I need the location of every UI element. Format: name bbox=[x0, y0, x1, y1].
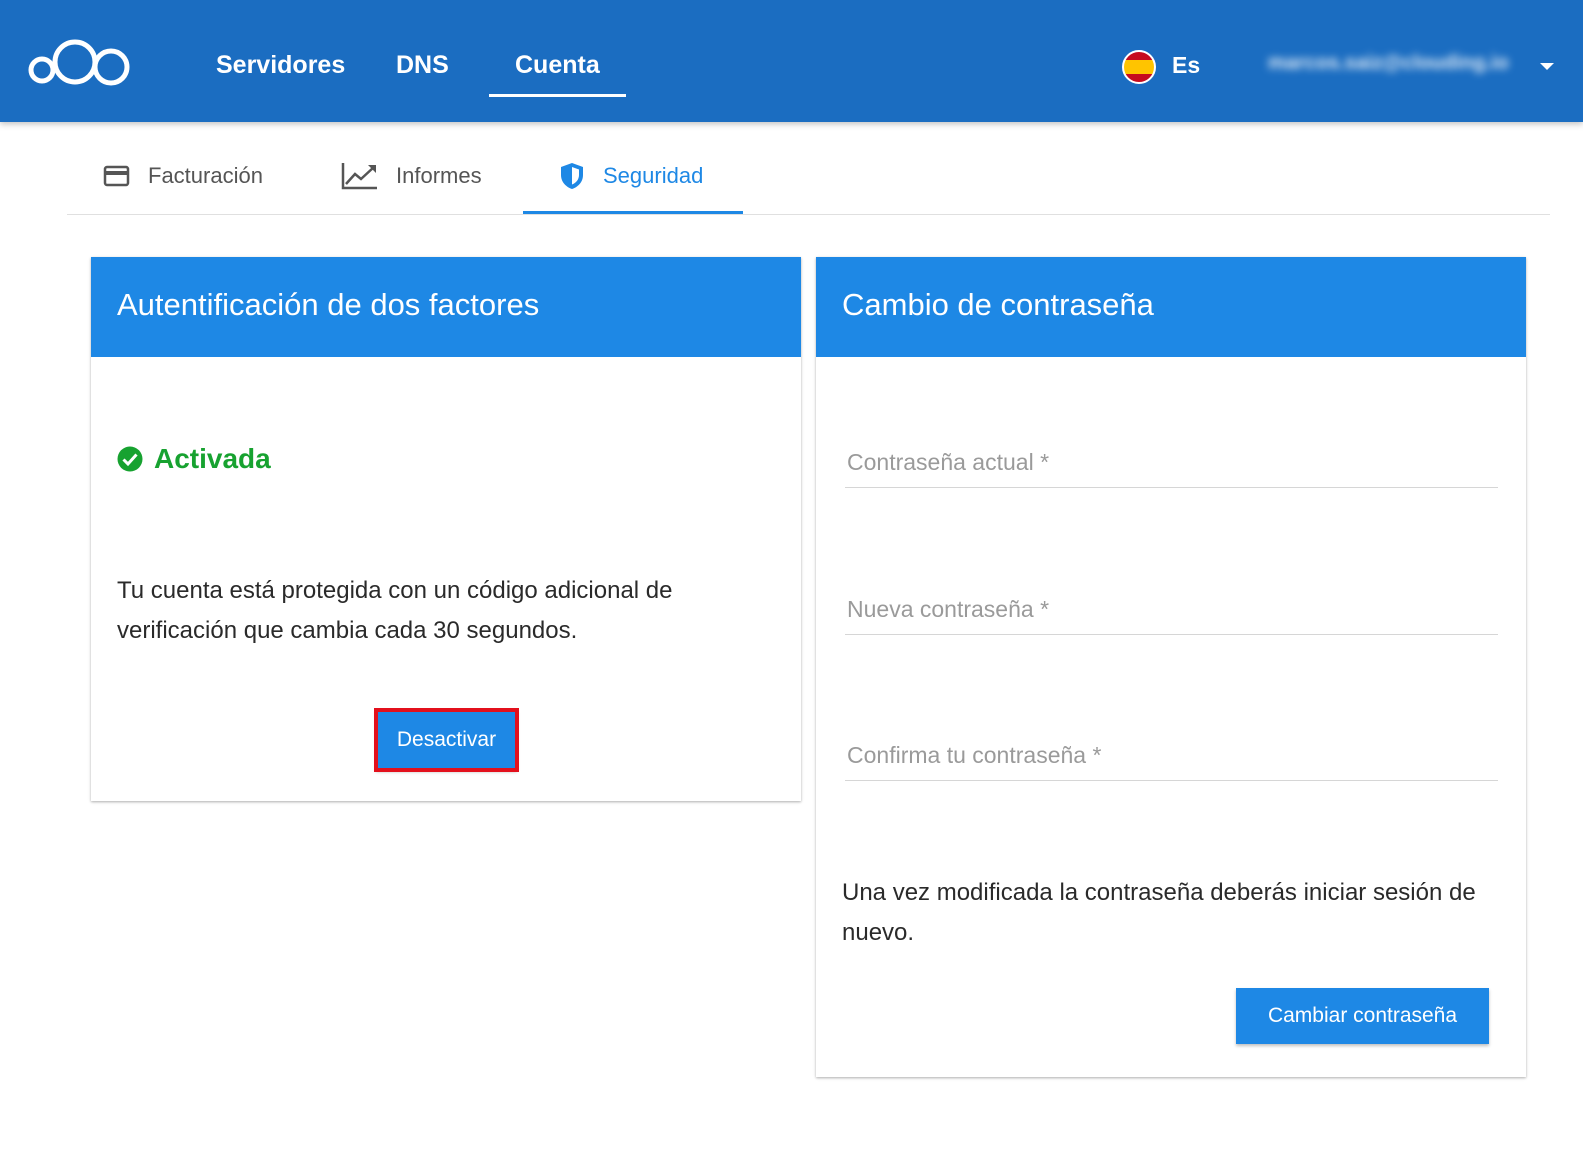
two-factor-title: Autentificación de dos factores bbox=[91, 257, 801, 357]
tab-label: Seguridad bbox=[603, 163, 704, 188]
user-email[interactable]: marcos.saiz@clouding.io bbox=[1268, 52, 1509, 75]
language-selector[interactable]: Es bbox=[1172, 52, 1200, 79]
tabs-divider bbox=[67, 214, 1550, 215]
nav-servidores[interactable]: Servidores bbox=[216, 46, 345, 86]
credit-card-icon bbox=[103, 165, 130, 187]
chart-line-icon bbox=[341, 163, 377, 190]
chevron-down-icon[interactable] bbox=[1540, 63, 1554, 70]
confirm-password-label: Confirma tu contraseña * bbox=[847, 742, 1102, 768]
clouding-logo[interactable] bbox=[27, 36, 131, 88]
tab-label: Facturación bbox=[148, 163, 263, 188]
nav-cuenta[interactable]: Cuenta bbox=[515, 46, 600, 86]
deactivate-button[interactable]: Desactivar bbox=[374, 708, 519, 772]
nav-dns[interactable]: DNS bbox=[396, 46, 449, 86]
tab-label: Informes bbox=[396, 163, 482, 188]
two-factor-card: Autentificación de dos factores Activada… bbox=[91, 257, 801, 801]
tab-seguridad[interactable]: Seguridad bbox=[559, 150, 703, 202]
current-password-label: Contraseña actual * bbox=[847, 449, 1050, 475]
password-change-card: Cambio de contraseña Contraseña actual *… bbox=[816, 257, 1526, 1077]
tab-informes[interactable]: Informes bbox=[341, 150, 482, 202]
password-change-note: Una vez modificada la contraseña deberás… bbox=[842, 879, 1476, 946]
two-factor-status: Activada bbox=[117, 443, 271, 475]
shield-icon bbox=[561, 163, 583, 189]
spain-flag-icon[interactable] bbox=[1122, 50, 1156, 84]
change-password-button[interactable]: Cambiar contraseña bbox=[1236, 988, 1489, 1044]
confirm-password-field[interactable]: Confirma tu contraseña * bbox=[845, 730, 1498, 781]
tab-facturacion[interactable]: Facturación bbox=[103, 150, 263, 202]
two-factor-description: Tu cuenta está protegida con un código a… bbox=[117, 577, 673, 644]
current-password-field[interactable]: Contraseña actual * bbox=[845, 437, 1498, 488]
nav-active-indicator bbox=[489, 94, 626, 97]
password-change-title: Cambio de contraseña bbox=[816, 257, 1526, 357]
new-password-label: Nueva contraseña * bbox=[847, 596, 1050, 622]
top-navbar: Servidores DNS Cuenta Es marcos.saiz@clo… bbox=[0, 0, 1583, 122]
status-label: Activada bbox=[154, 443, 271, 474]
new-password-field[interactable]: Nueva contraseña * bbox=[845, 584, 1498, 635]
check-circle-icon bbox=[117, 446, 143, 472]
